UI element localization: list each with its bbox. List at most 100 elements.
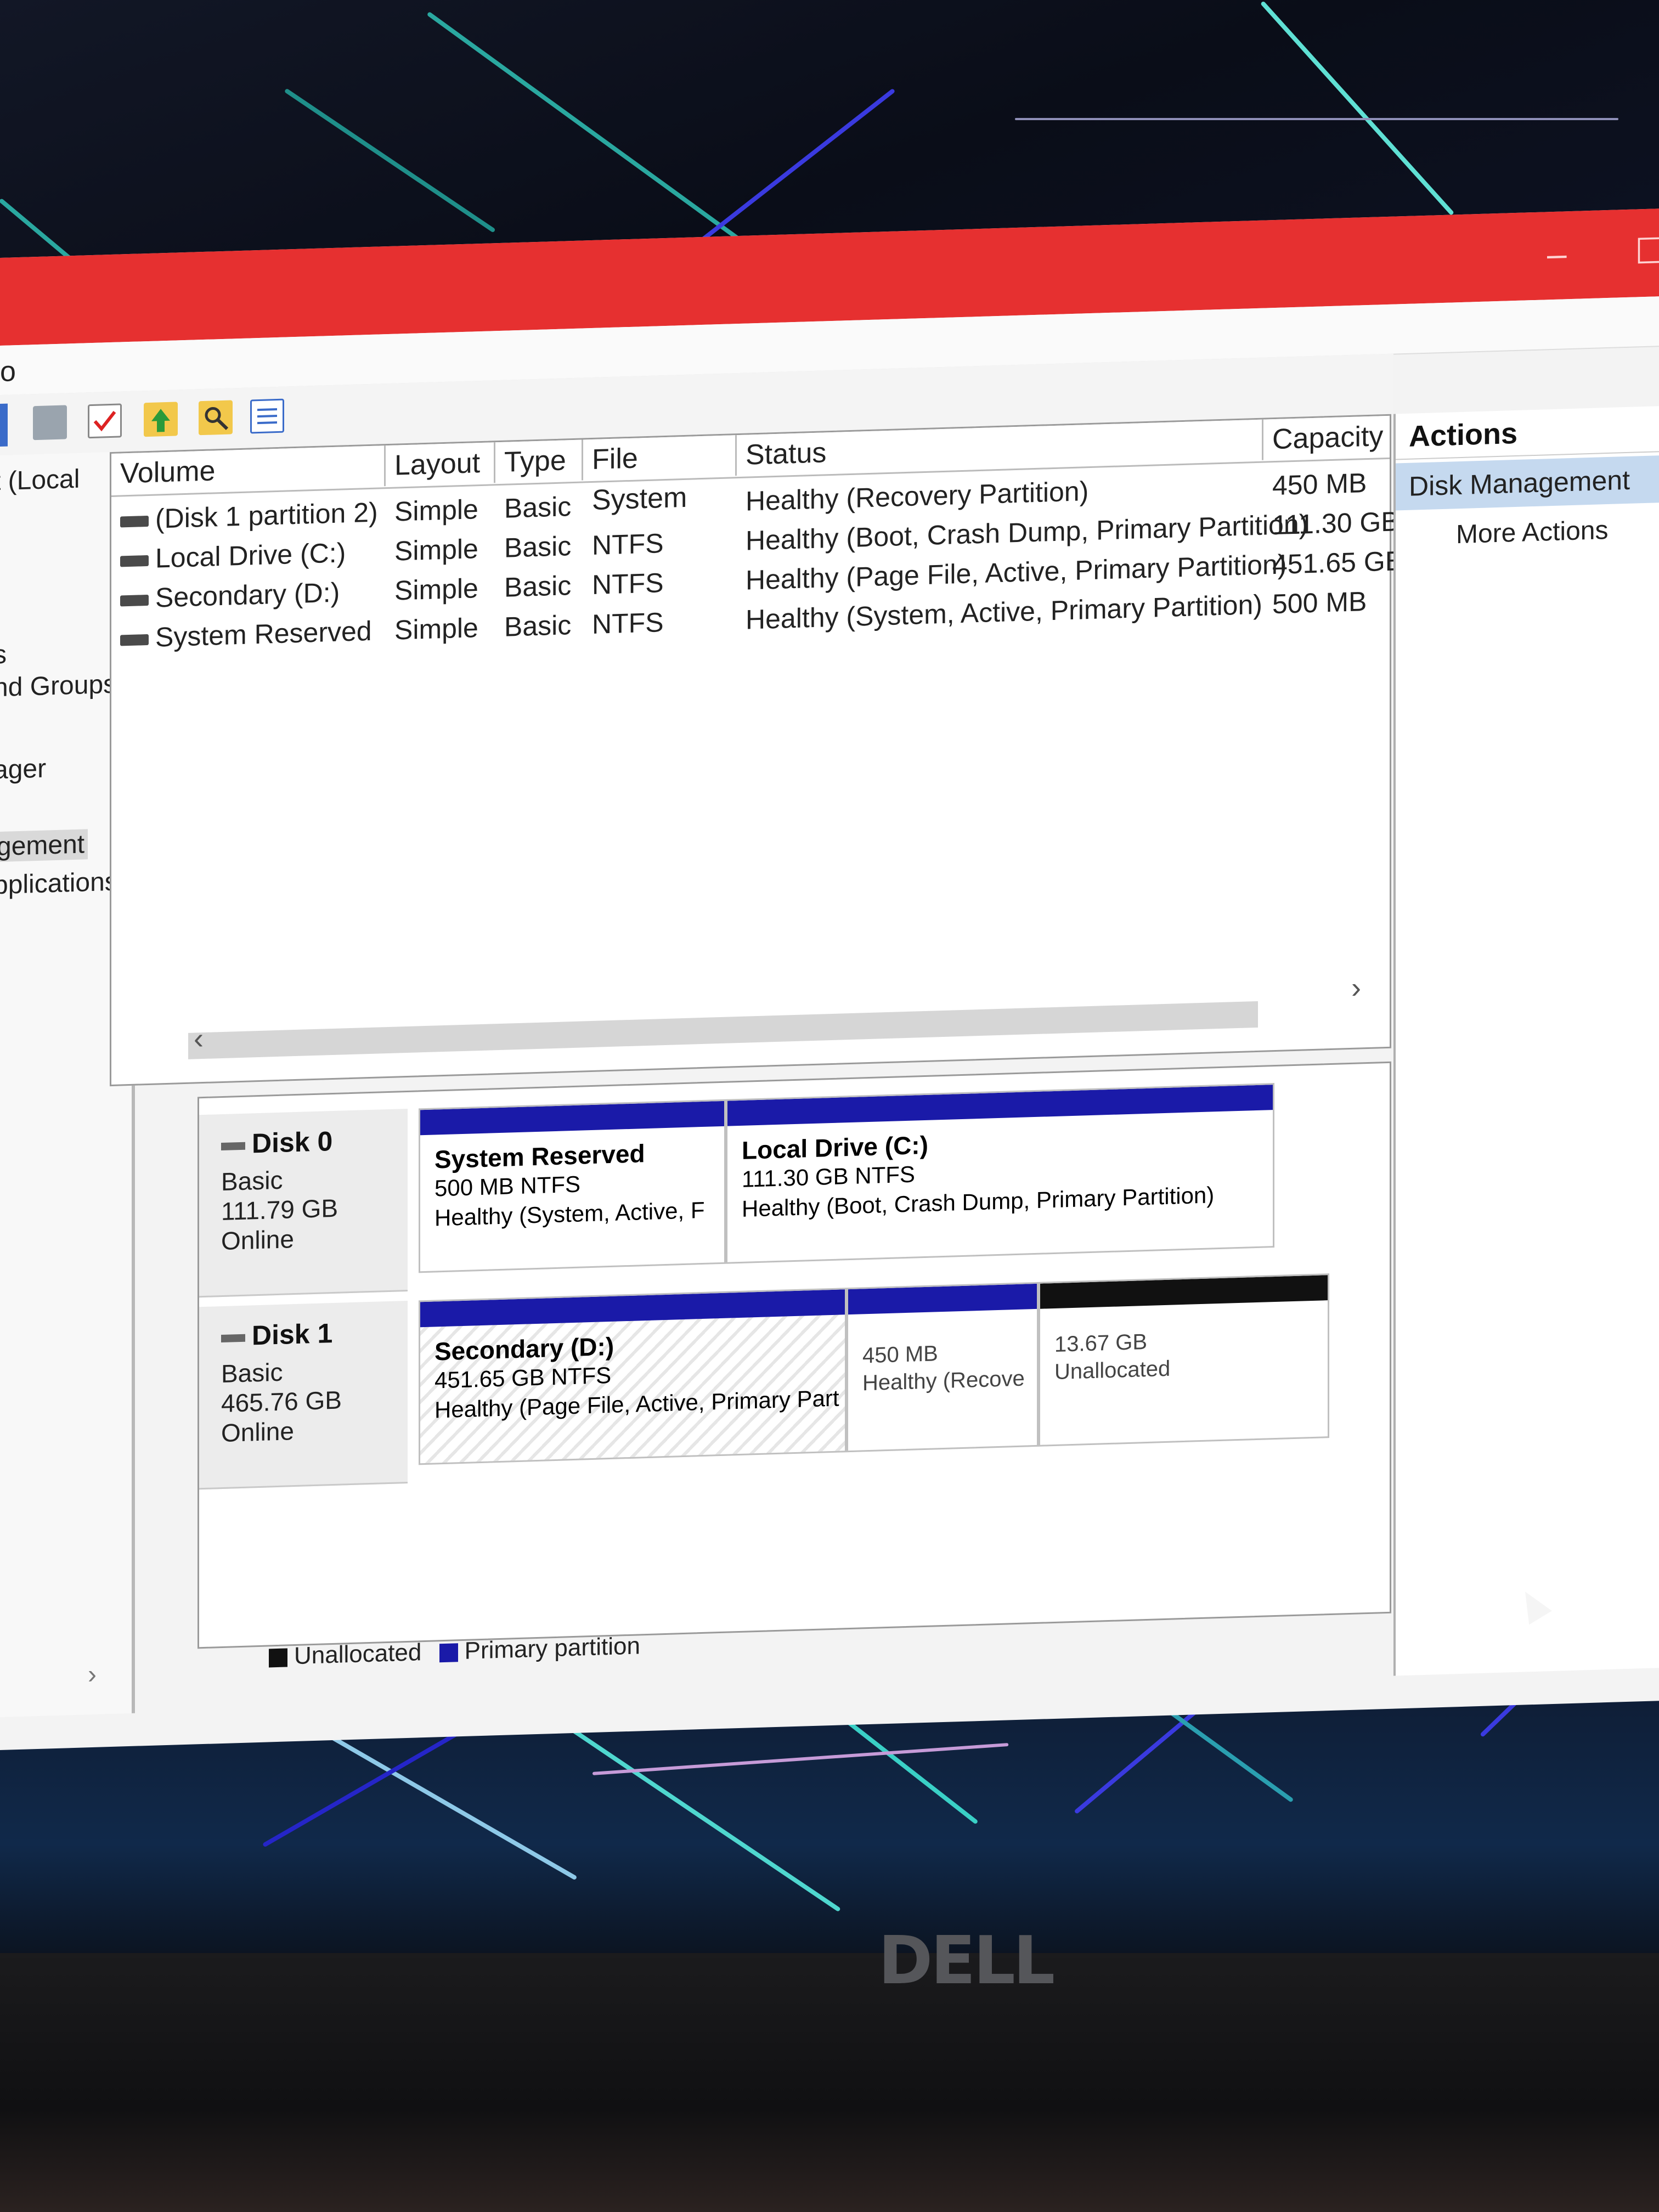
column-header-capacity[interactable]: Capacity	[1263, 415, 1390, 460]
capacity-cell: 500 MB	[1272, 586, 1367, 620]
primary-partition-bar	[848, 1283, 1037, 1315]
wallpaper-streak	[426, 11, 740, 241]
partition-size: 111.30 GB NTFS	[742, 1161, 915, 1192]
status-cell: Healthy (Recovery Partition)	[746, 476, 1089, 517]
volume-list: Volume Layout Type File System Status Ca…	[110, 414, 1403, 1087]
partition-size: 451.65 GB NTFS	[435, 1362, 612, 1393]
drive-icon	[120, 515, 149, 528]
primary-partition-bar	[420, 1101, 724, 1136]
scroll-left-arrow[interactable]: ‹	[194, 1022, 204, 1056]
partition-title: Secondary (D:)	[435, 1331, 614, 1366]
wallpaper-streak	[547, 1712, 841, 1912]
connect-icon[interactable]	[88, 403, 122, 439]
primary-partition-bar	[727, 1085, 1273, 1126]
tree-item-shares[interactable]: s	[0, 640, 7, 670]
partition-title: System Reserved	[435, 1139, 645, 1174]
primary-partition-bar	[420, 1289, 845, 1328]
partition-status: Healthy (Recove	[862, 1366, 1025, 1396]
disk-state: Online	[221, 1224, 294, 1256]
layout-cell: Simple	[394, 612, 478, 646]
volume-name-cell: System Reserved	[120, 615, 372, 654]
column-header-file-system[interactable]: File System	[583, 435, 737, 516]
dell-logo: DELL	[878, 1923, 1056, 1999]
wallpaper-streak	[1260, 1, 1454, 216]
tree-scroll-right-arrow[interactable]: ›	[88, 1660, 97, 1690]
type-cell: Basic	[504, 610, 572, 642]
partition-local-drive-c[interactable]: Local Drive (C:) 111.30 GB NTFS Healthy …	[726, 1083, 1274, 1264]
disk-1-label[interactable]: Disk 1 Basic 465.76 GB Online	[199, 1300, 408, 1490]
help-icon[interactable]	[33, 405, 67, 441]
disk-name: Disk 0	[221, 1125, 332, 1160]
volume-name-cell: Secondary (D:)	[120, 577, 340, 615]
disk-type: Basic	[221, 1165, 283, 1197]
horizontal-scrollbar[interactable]	[188, 1001, 1258, 1059]
list-view-icon[interactable]	[250, 398, 284, 434]
actions-disk-management[interactable]: Disk Management	[1396, 455, 1659, 511]
checkmark-icon	[93, 410, 116, 432]
disk-state: Online	[221, 1417, 294, 1448]
partition-system-reserved[interactable]: System Reserved 500 MB NTFS Healthy (Sys…	[419, 1099, 726, 1273]
up-arrow-icon	[151, 409, 170, 432]
file-system-cell: NTFS	[592, 528, 664, 561]
partition-size: 13.67 GB	[1054, 1329, 1148, 1357]
disk-1-name: Disk 1	[252, 1318, 333, 1351]
tree-item-disk-management[interactable]: gement	[0, 829, 88, 862]
volume-name: (Disk 1 partition 2)	[155, 496, 378, 534]
tree-item-services-and-applications[interactable]: pplications	[0, 867, 118, 901]
capacity-cell: 111.30 GB	[1272, 506, 1400, 541]
column-header-volume[interactable]: Volume	[111, 445, 386, 494]
volume-name: Local Drive (C:)	[155, 537, 346, 574]
type-cell: Basic	[504, 491, 572, 524]
computer-management-window: – ☐ o t (Local s nd Groups ager gement p…	[0, 208, 1659, 1751]
partition-recovery[interactable]: 450 MB Healthy (Recove	[847, 1282, 1039, 1453]
disk-icon	[221, 1334, 245, 1342]
wallpaper-streak	[284, 88, 496, 233]
column-header-layout[interactable]: Layout	[386, 442, 495, 487]
scroll-right-arrow[interactable]: ›	[1351, 970, 1361, 1005]
file-system-cell: NTFS	[592, 567, 664, 600]
volume-name: System Reserved	[155, 615, 372, 653]
wallpaper-streak	[328, 1734, 578, 1881]
capacity-cell: 451.65 GB	[1272, 545, 1404, 580]
actions-header: Actions	[1396, 406, 1659, 460]
layout-cell: Simple	[394, 533, 478, 567]
disk-type: Basic	[221, 1357, 283, 1389]
legend-primary-partition: Primary partition	[464, 1632, 640, 1664]
wallpaper-streak	[1015, 118, 1618, 120]
maximize-button[interactable]: ☐	[1635, 230, 1659, 273]
search-folder-icon[interactable]	[199, 400, 233, 436]
column-header-type[interactable]: Type	[495, 439, 583, 483]
tree-item-computer-management[interactable]: t (Local	[0, 464, 80, 497]
partition-title: Local Drive (C:)	[742, 1130, 928, 1165]
actions-pane: Actions Disk Management More Actions	[1393, 406, 1659, 1676]
up-folder-icon[interactable]	[144, 402, 178, 437]
wallpaper-streak	[592, 1742, 1009, 1775]
monitor-bezel	[0, 1953, 1659, 2212]
layout-cell: Simple	[394, 573, 478, 606]
volume-name-cell: Local Drive (C:)	[120, 537, 346, 575]
drive-icon	[120, 634, 149, 646]
menu-item-partial[interactable]: o	[0, 355, 16, 388]
disk-0-name: Disk 0	[252, 1126, 333, 1159]
disk-size: 111.79 GB	[221, 1193, 338, 1226]
drive-icon	[120, 594, 149, 607]
volume-name: Secondary (D:)	[155, 577, 340, 613]
tree-item-local-users-and-groups[interactable]: nd Groups	[0, 669, 116, 703]
disk-map: Disk 0 Basic 111.79 GB Online System Res…	[198, 1061, 1391, 1649]
partition-secondary-d[interactable]: Secondary (D:) 451.65 GB NTFS Healthy (P…	[419, 1288, 847, 1465]
partition-status: Unallocated	[1054, 1356, 1171, 1384]
tree-item-device-manager[interactable]: ager	[0, 754, 46, 786]
disk-0-label[interactable]: Disk 0 Basic 111.79 GB Online	[199, 1108, 408, 1298]
partition-size: 450 MB	[862, 1341, 938, 1368]
partition-unallocated[interactable]: 13.67 GB Unallocated	[1039, 1273, 1329, 1447]
unallocated-swatch	[269, 1648, 287, 1668]
capacity-cell: 450 MB	[1272, 467, 1367, 501]
file-system-cell: NTFS	[592, 607, 664, 640]
drive-icon	[120, 555, 149, 567]
more-actions-link[interactable]: More Actions	[1456, 515, 1608, 550]
disk-icon	[221, 1142, 245, 1150]
type-cell: Basic	[504, 570, 572, 603]
minimize-button[interactable]: –	[1547, 233, 1567, 274]
partition-size: 500 MB NTFS	[435, 1171, 581, 1201]
type-cell: Basic	[504, 531, 572, 563]
